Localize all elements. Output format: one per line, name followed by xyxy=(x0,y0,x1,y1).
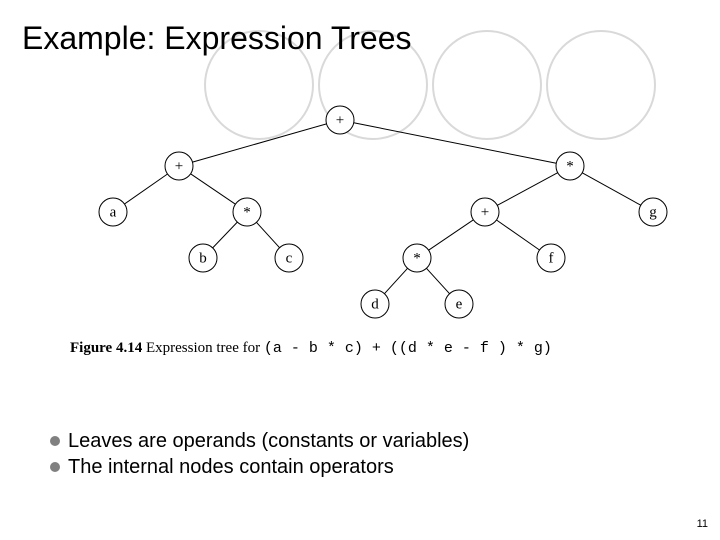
tree-node-label: + xyxy=(481,204,489,220)
slide-title: Example: Expression Trees xyxy=(22,20,412,57)
tree-edge xyxy=(192,124,326,162)
tree-node: f xyxy=(537,244,565,272)
tree-node-label: g xyxy=(649,204,657,220)
bullet-item: The internal nodes contain operators xyxy=(50,454,469,480)
tree-node-label: * xyxy=(413,250,421,266)
expression-tree: + + * a * + g b c * f d e xyxy=(55,100,675,350)
tree-node: * xyxy=(556,152,584,180)
tree-edge xyxy=(191,174,236,204)
tree-node: + xyxy=(471,198,499,226)
page-number: 11 xyxy=(697,518,708,530)
bullet-icon xyxy=(50,436,60,446)
tree-edge xyxy=(496,220,539,250)
tree-edge xyxy=(582,173,641,205)
tree-edge xyxy=(354,123,557,164)
bullet-list: Leaves are operands (constants or variab… xyxy=(50,428,469,480)
tree-edge xyxy=(256,222,279,247)
tree-edge xyxy=(497,173,557,206)
figure-caption: Figure 4.14 Expression tree for (a - b *… xyxy=(70,340,552,357)
tree-edge xyxy=(426,268,449,293)
bullet-icon xyxy=(50,462,60,472)
tree-edge xyxy=(384,268,407,293)
tree-node: g xyxy=(639,198,667,226)
caption-expression: (a - b * c) + ((d * e - f ) * g) xyxy=(264,340,552,357)
tree-node: * xyxy=(233,198,261,226)
tree-node: + xyxy=(326,106,354,134)
tree-node-label: f xyxy=(549,250,554,266)
tree-node-label: b xyxy=(199,250,207,266)
tree-node: e xyxy=(445,290,473,318)
slide: Example: Expression Trees ++*a*+gbc*fde … xyxy=(0,0,720,540)
figure-label: Figure 4.14 xyxy=(70,340,142,356)
tree-node-label: e xyxy=(456,296,463,312)
tree-node: b xyxy=(189,244,217,272)
tree-node-label: * xyxy=(566,158,574,174)
tree-node: * xyxy=(403,244,431,272)
tree-node-label: * xyxy=(243,204,251,220)
tree-node-label: a xyxy=(110,204,117,220)
tree-edge xyxy=(213,222,238,248)
bullet-item: Leaves are operands (constants or variab… xyxy=(50,428,469,454)
tree-node: a xyxy=(99,198,127,226)
tree-node: c xyxy=(275,244,303,272)
bullet-text: Leaves are operands (constants or variab… xyxy=(68,428,469,454)
tree-node: d xyxy=(361,290,389,318)
tree-node: + xyxy=(165,152,193,180)
caption-text: Expression tree for xyxy=(146,340,260,356)
tree-edge xyxy=(124,174,167,204)
tree-edge xyxy=(429,220,474,250)
tree-node-label: c xyxy=(286,250,293,266)
tree-node-label: + xyxy=(175,158,183,174)
bullet-text: The internal nodes contain operators xyxy=(68,454,394,480)
tree-node-label: d xyxy=(371,296,379,312)
tree-node-label: + xyxy=(336,112,344,128)
